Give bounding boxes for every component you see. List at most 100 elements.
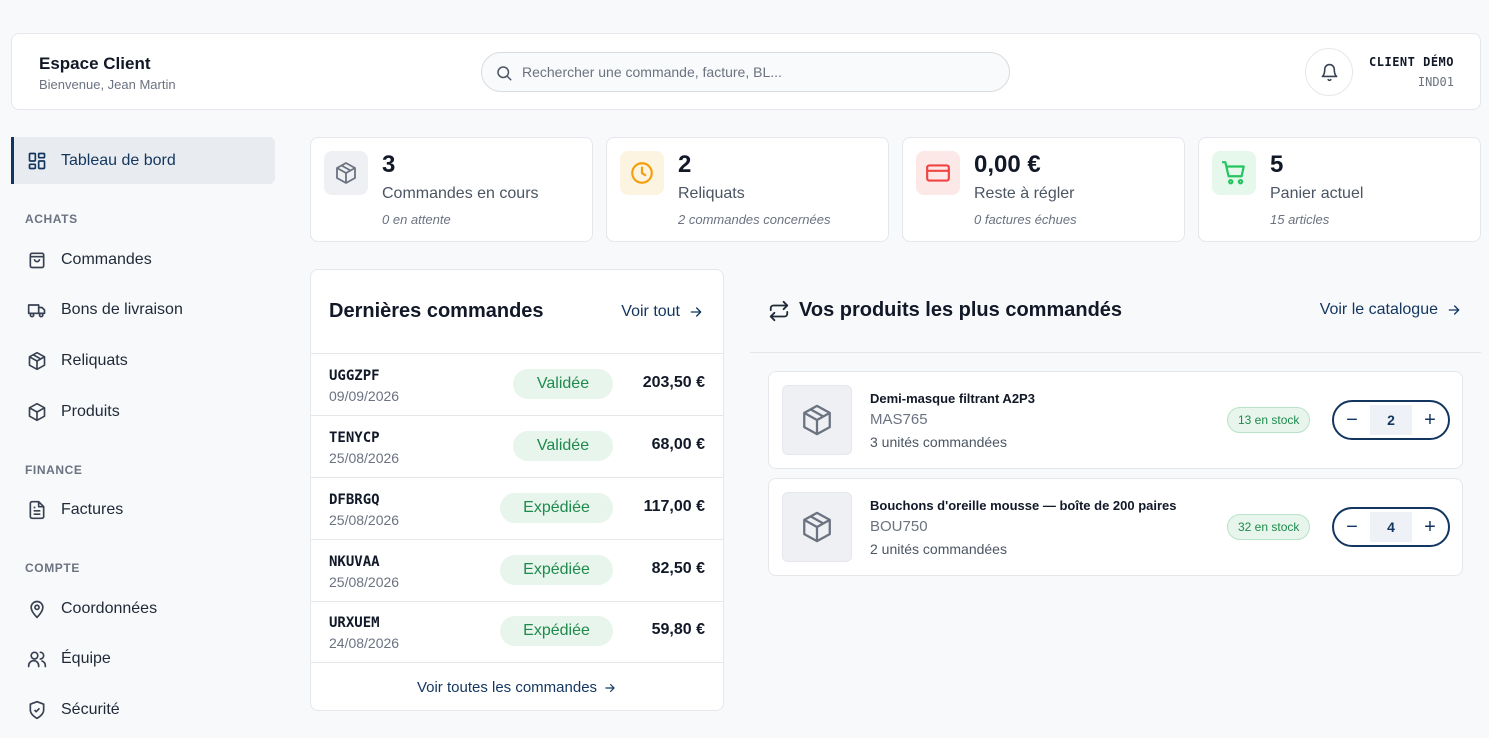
product-thumbnail xyxy=(782,492,852,562)
order-ref: TENYCP xyxy=(329,430,380,446)
search-icon xyxy=(497,66,512,81)
kpi-subtext: 0 factures échues xyxy=(974,212,1077,227)
order-amount: 59,80 € xyxy=(651,621,705,638)
see-all-orders-link[interactable]: Voir tout xyxy=(621,303,704,321)
client-name[interactable]: CLIENT DÉMO xyxy=(1369,55,1454,69)
sidebar-item-label: Tableau de bord xyxy=(61,151,176,169)
product-ordered-count: 3 unités commandées xyxy=(870,434,1007,450)
sidebar-item-produits[interactable]: Produits xyxy=(11,388,275,435)
order-date: 09/09/2026 xyxy=(329,388,400,404)
catalogue-link[interactable]: Voir le catalogue xyxy=(1320,301,1462,319)
product-ref: BOU750 xyxy=(870,518,928,535)
order-row[interactable]: NKUVAA 25/08/2026 Expédiée 82,50 € xyxy=(311,540,723,602)
order-row[interactable]: DFBRGQ 25/08/2026 Expédiée 117,00 € xyxy=(311,478,723,540)
sidebar-item-commandes[interactable]: Commandes xyxy=(11,236,275,283)
kpi-card-panier[interactable]: 5 Panier actuel 15 articles xyxy=(1198,137,1481,242)
kpi-subtext: 0 en attente xyxy=(382,212,451,227)
notifications-button[interactable] xyxy=(1305,48,1353,96)
increment-button[interactable]: + xyxy=(1412,509,1448,545)
sidebar-item-equipe[interactable]: Équipe xyxy=(11,635,275,682)
decrement-button[interactable]: − xyxy=(1334,509,1370,545)
see-all-orders-footer-link[interactable]: Voir toutes les commandes xyxy=(311,662,723,710)
shopping-bag-icon xyxy=(27,250,47,270)
file-text-icon xyxy=(27,500,47,520)
status-badge: Expédiée xyxy=(500,616,613,646)
kpi-value: 5 xyxy=(1270,151,1284,178)
sidebar-item-reliquats[interactable]: Reliquats xyxy=(11,337,275,384)
top-products-title: Vos produits les plus commandés xyxy=(799,299,1123,321)
top-header: Espace Client Bienvenue, Jean Martin CLI… xyxy=(11,33,1481,110)
order-amount: 203,50 € xyxy=(642,374,705,391)
quantity-stepper[interactable]: − 2 + xyxy=(1332,400,1450,440)
sidebar-item-label: Reliquats xyxy=(61,351,128,369)
section-achats: ACHATS xyxy=(25,212,78,226)
catalogue-link-label: Voir le catalogue xyxy=(1319,301,1438,318)
users-icon xyxy=(27,649,47,669)
sidebar-item-dashboard[interactable]: Tableau de bord xyxy=(11,137,275,184)
order-date: 25/08/2026 xyxy=(329,512,400,528)
package-icon xyxy=(27,402,47,422)
decrement-button[interactable]: − xyxy=(1334,402,1370,438)
sidebar-item-factures[interactable]: Factures xyxy=(11,486,275,533)
kpi-value: 3 xyxy=(382,151,396,178)
search-input[interactable] xyxy=(522,61,992,83)
product-thumbnail xyxy=(782,385,852,455)
kpi-label: Reste à régler xyxy=(974,185,1075,202)
grid-icon xyxy=(27,151,47,171)
sidebar-item-securite[interactable]: Sécurité xyxy=(11,686,275,733)
map-pin-icon xyxy=(27,599,47,619)
order-amount: 82,50 € xyxy=(651,560,705,577)
increment-button[interactable]: + xyxy=(1412,402,1448,438)
section-finance: FINANCE xyxy=(25,463,83,477)
kpi-subtext: 15 articles xyxy=(1270,212,1330,227)
kpi-card-commandes[interactable]: 3 Commandes en cours 0 en attente xyxy=(310,137,593,242)
product-ref: MAS765 xyxy=(870,411,928,428)
quantity-value[interactable]: 2 xyxy=(1370,405,1412,435)
order-row[interactable]: UGGZPF 09/09/2026 Validée 203,50 € xyxy=(311,354,723,416)
footer-link-label: Voir toutes les commandes xyxy=(416,679,598,696)
order-row[interactable]: URXUEM 24/08/2026 Expédiée 59,80 € xyxy=(311,601,723,663)
package-icon xyxy=(803,404,831,436)
kpi-value: 0,00 € xyxy=(974,151,1041,178)
quantity-value[interactable]: 4 xyxy=(1370,512,1412,542)
sidebar-item-label: Produits xyxy=(61,402,120,420)
welcome-text: Bienvenue, Jean Martin xyxy=(39,77,176,92)
recent-orders-title: Dernières commandes xyxy=(329,300,544,322)
boxes-icon xyxy=(27,351,47,371)
arrow-right-icon xyxy=(605,683,615,692)
cart-icon xyxy=(1212,151,1256,195)
search-bar[interactable] xyxy=(481,52,1010,92)
sidebar-item-label: Sécurité xyxy=(61,700,120,718)
package-icon xyxy=(803,511,831,543)
order-date: 24/08/2026 xyxy=(329,635,400,651)
status-badge: Validée xyxy=(513,431,613,461)
kpi-label: Panier actuel xyxy=(1270,185,1364,202)
order-date: 25/08/2026 xyxy=(329,574,400,590)
sidebar-item-label: Bons de livraison xyxy=(61,300,183,318)
product-ordered-count: 2 unités commandées xyxy=(870,541,1007,557)
product-name[interactable]: Bouchons d'oreille mousse — boîte de 200… xyxy=(870,498,1177,513)
sidebar-item-label: Équipe xyxy=(61,649,111,667)
credit-card-icon xyxy=(916,151,960,195)
kpi-label: Commandes en cours xyxy=(382,185,539,202)
sidebar-item-coordonnees[interactable]: Coordonnées xyxy=(11,585,275,632)
product-card[interactable]: Bouchons d'oreille mousse — boîte de 200… xyxy=(768,478,1463,576)
sidebar-item-label: Coordonnées xyxy=(61,599,158,617)
stock-badge: 32 en stock xyxy=(1227,514,1311,540)
kpi-card-reliquats[interactable]: 2 Reliquats 2 commandes concernées xyxy=(606,137,889,242)
status-badge: Validée xyxy=(513,369,613,399)
product-name[interactable]: Demi-masque filtrant A2P3 xyxy=(870,391,1035,406)
product-card[interactable]: Demi-masque filtrant A2P3 MAS765 3 unité… xyxy=(768,371,1463,469)
arrow-right-icon xyxy=(1448,305,1460,315)
section-compte: COMPTE xyxy=(25,561,80,575)
quantity-stepper[interactable]: − 4 + xyxy=(1332,507,1450,547)
sidebar-item-bons-livraison[interactable]: Bons de livraison xyxy=(11,286,275,333)
repeat-icon xyxy=(769,300,789,322)
package-icon xyxy=(324,151,368,195)
sidebar-item-label: Factures xyxy=(61,500,124,518)
order-ref: URXUEM xyxy=(329,615,380,631)
kpi-value: 2 xyxy=(678,151,692,178)
order-amount: 117,00 € xyxy=(643,498,705,515)
kpi-card-reste-a-regler[interactable]: 0,00 € Reste à régler 0 factures échues xyxy=(902,137,1185,242)
order-row[interactable]: TENYCP 25/08/2026 Validée 68,00 € xyxy=(311,416,723,478)
